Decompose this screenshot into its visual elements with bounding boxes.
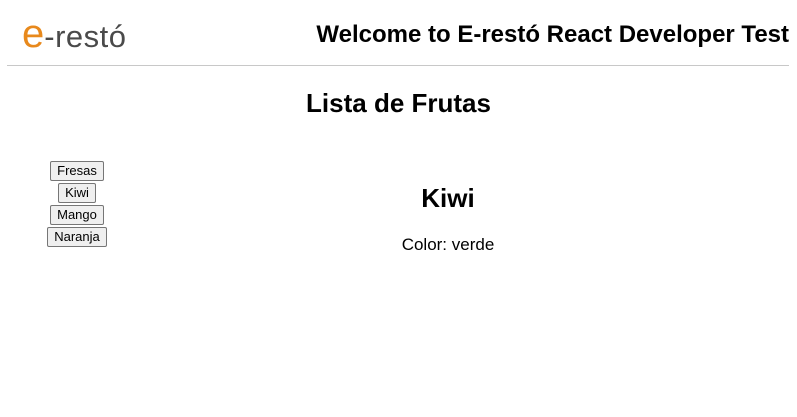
color-value: verde: [451, 235, 495, 254]
fruit-button-mango[interactable]: Mango: [50, 205, 104, 225]
fruit-button-naranja[interactable]: Naranja: [47, 227, 107, 247]
erest-logo: e -restó: [22, 14, 127, 54]
fruit-button-fresas[interactable]: Fresas: [50, 161, 104, 181]
fruit-detail-name: Kiwi: [421, 183, 475, 213]
header-title: Welcome to E-restó React Developer Test: [316, 21, 789, 48]
color-label: Color:: [401, 235, 448, 254]
logo-text: -restó: [44, 19, 127, 54]
fruit-button-kiwi[interactable]: Kiwi: [58, 183, 96, 203]
fruit-detail: Kiwi Color: verde: [248, 181, 648, 255]
fruit-detail-color: Color: verde: [248, 235, 648, 255]
page-title: Lista de Frutas: [306, 88, 491, 118]
app-header: e -restó Welcome to E-restó React Develop…: [7, 0, 789, 66]
fruit-list: Fresas Kiwi Mango Naranja: [0, 161, 154, 249]
logo-e: e: [22, 12, 45, 56]
